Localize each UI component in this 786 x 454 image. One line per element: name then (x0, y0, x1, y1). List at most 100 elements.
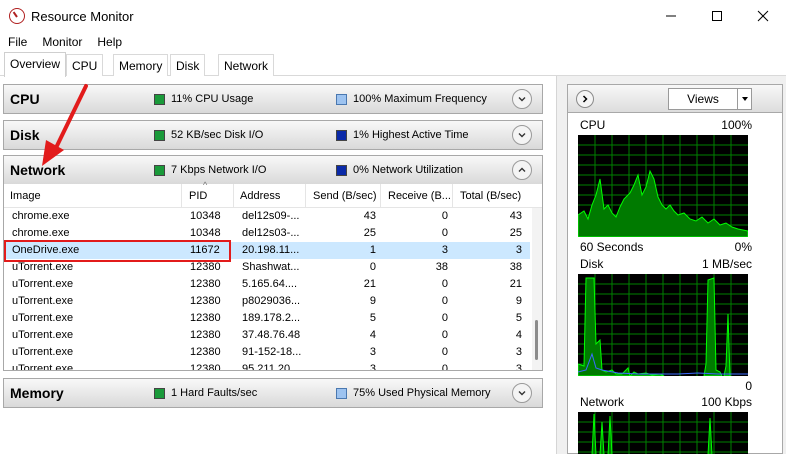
cell-address: del12s09-... (242, 210, 300, 222)
cell-total: 9 (515, 295, 522, 307)
column-image[interactable]: Image (10, 184, 182, 208)
cell-image: chrome.exe (12, 227, 70, 239)
minimize-button[interactable] (648, 0, 694, 32)
network-section: Network 7 Kbps Network I/O 0% Network Ut… (3, 155, 543, 371)
cell-total: 4 (515, 329, 522, 341)
table-row[interactable]: uTorrent.exe 12380 189.178.2... 5 0 5 (4, 310, 530, 327)
maximize-icon (712, 11, 722, 21)
cell-receive: 0 (441, 312, 448, 324)
network-utilization-indicator: 0% Network Utilization (336, 164, 463, 176)
scrollbar-thumb[interactable] (535, 320, 538, 360)
cell-address: p8029036... (242, 295, 301, 307)
graphs-header: Views (568, 85, 782, 113)
cell-pid: 12380 (190, 346, 221, 358)
cell-total: 43 (509, 210, 522, 222)
network-collapse-button[interactable] (512, 160, 532, 180)
cell-image: uTorrent.exe (12, 363, 74, 370)
cell-send: 21 (363, 278, 376, 290)
hard-faults-indicator: 1 Hard Faults/sec (154, 387, 257, 399)
cell-receive: 0 (441, 329, 448, 341)
table-row[interactable]: uTorrent.exe 12380 91-152-18... 3 0 3 (4, 344, 530, 361)
blue-square-icon (336, 387, 347, 399)
resource-monitor-icon (9, 8, 25, 24)
cell-total: 3 (515, 244, 522, 256)
cell-address: 95.211.20... (242, 363, 300, 370)
cell-address: 189.178.2... (242, 312, 301, 324)
views-dropdown[interactable]: Views (668, 88, 752, 110)
cell-send: 4 (369, 329, 376, 341)
column-total[interactable]: Total (B/sec) (453, 184, 530, 208)
graphs-panel: Views CPU 100% 60 Seconds 0% Disk 1 MB/s… (556, 76, 786, 454)
disk-active-time-indicator: 1% Highest Active Time (336, 129, 469, 141)
cell-send: 1 (369, 244, 376, 256)
network-graph-title: Network (580, 395, 625, 409)
cpu-graph-min: 0% (734, 240, 752, 254)
close-icon (757, 10, 769, 22)
cell-send: 43 (363, 210, 376, 222)
table-row[interactable]: uTorrent.exe 12380 37.48.76.48 4 0 4 (4, 327, 530, 344)
cell-image: chrome.exe (12, 210, 70, 222)
menu-help[interactable]: Help (89, 35, 129, 49)
cell-receive: 3 (441, 244, 448, 256)
dropdown-arrow-icon (737, 89, 751, 109)
memory-expand-button[interactable] (512, 383, 532, 403)
tab-disk[interactable]: Disk (170, 54, 206, 76)
cpu-frequency-indicator: 100% Maximum Frequency (336, 93, 487, 105)
cell-pid: 12380 (190, 363, 221, 370)
cell-send: 3 (369, 363, 376, 370)
cell-send: 25 (363, 227, 376, 239)
cell-total: 3 (515, 363, 522, 370)
cell-receive: 0 (441, 210, 448, 222)
network-table-header: Image PID Address Send (B/sec) Receive (… (4, 184, 542, 208)
tab-network[interactable]: Network (218, 54, 275, 76)
green-square-icon (154, 164, 165, 176)
close-button[interactable] (740, 0, 786, 32)
chevron-down-icon (518, 391, 526, 396)
collapse-graphs-button[interactable] (576, 90, 594, 108)
disk-expand-button[interactable] (512, 125, 532, 145)
minimize-icon (666, 15, 676, 17)
cell-pid: 12380 (190, 295, 221, 307)
cpu-graph-max: 100% (721, 118, 752, 132)
cell-receive: 0 (441, 227, 448, 239)
maximize-button[interactable] (694, 0, 740, 32)
tab-memory[interactable]: Memory (113, 54, 169, 76)
network-graph (578, 412, 748, 454)
views-label: Views (687, 92, 719, 106)
cpu-graph (578, 135, 748, 237)
cell-pid: 12380 (190, 312, 221, 324)
table-row[interactable]: chrome.exe 10348 del12s09-... 43 0 43 (4, 208, 530, 225)
chevron-down-icon (518, 97, 526, 102)
table-row[interactable]: uTorrent.exe 12380 95.211.20... 3 0 3 (4, 361, 530, 370)
cell-address: 20.198.11... (242, 244, 300, 256)
menu-monitor[interactable]: Monitor (34, 35, 89, 49)
table-row[interactable]: uTorrent.exe 12380 p8029036... 9 0 9 (4, 293, 530, 310)
column-receive[interactable]: Receive (B... (381, 184, 453, 208)
network-table-scrollbar[interactable] (532, 208, 542, 370)
column-send[interactable]: Send (B/sec) (306, 184, 381, 208)
cpu-expand-button[interactable] (512, 89, 532, 109)
cell-image: uTorrent.exe (12, 295, 74, 307)
chevron-up-icon (518, 167, 526, 172)
cell-send: 9 (369, 295, 376, 307)
cell-send: 5 (369, 312, 376, 324)
tab-overview[interactable]: Overview (4, 52, 67, 77)
table-row[interactable]: uTorrent.exe 12380 5.165.64.... 21 0 21 (4, 276, 530, 293)
cell-image: uTorrent.exe (12, 261, 74, 273)
menu-file[interactable]: File (0, 35, 34, 49)
memory-section: Memory 1 Hard Faults/sec 75% Used Physic… (3, 378, 543, 408)
tab-cpu[interactable]: CPU (66, 54, 104, 76)
onedrive-highlight-box (4, 240, 231, 262)
title-bar: Resource Monitor (0, 0, 786, 32)
cell-receive: 0 (441, 278, 448, 290)
chevron-down-icon (518, 133, 526, 138)
memory-section-header[interactable]: Memory 1 Hard Faults/sec 75% Used Physic… (4, 379, 542, 407)
cell-image: uTorrent.exe (12, 278, 74, 290)
column-address[interactable]: Address (234, 184, 306, 208)
disk-io-indicator: 52 KB/sec Disk I/O (154, 129, 263, 141)
column-pid[interactable]: PID (182, 184, 234, 208)
cell-address: del12s03-... (242, 227, 300, 239)
cell-address: 5.165.64.... (242, 278, 298, 290)
cell-address: 37.48.76.48 (242, 329, 301, 341)
sort-ascending-icon: ^ (203, 180, 208, 190)
